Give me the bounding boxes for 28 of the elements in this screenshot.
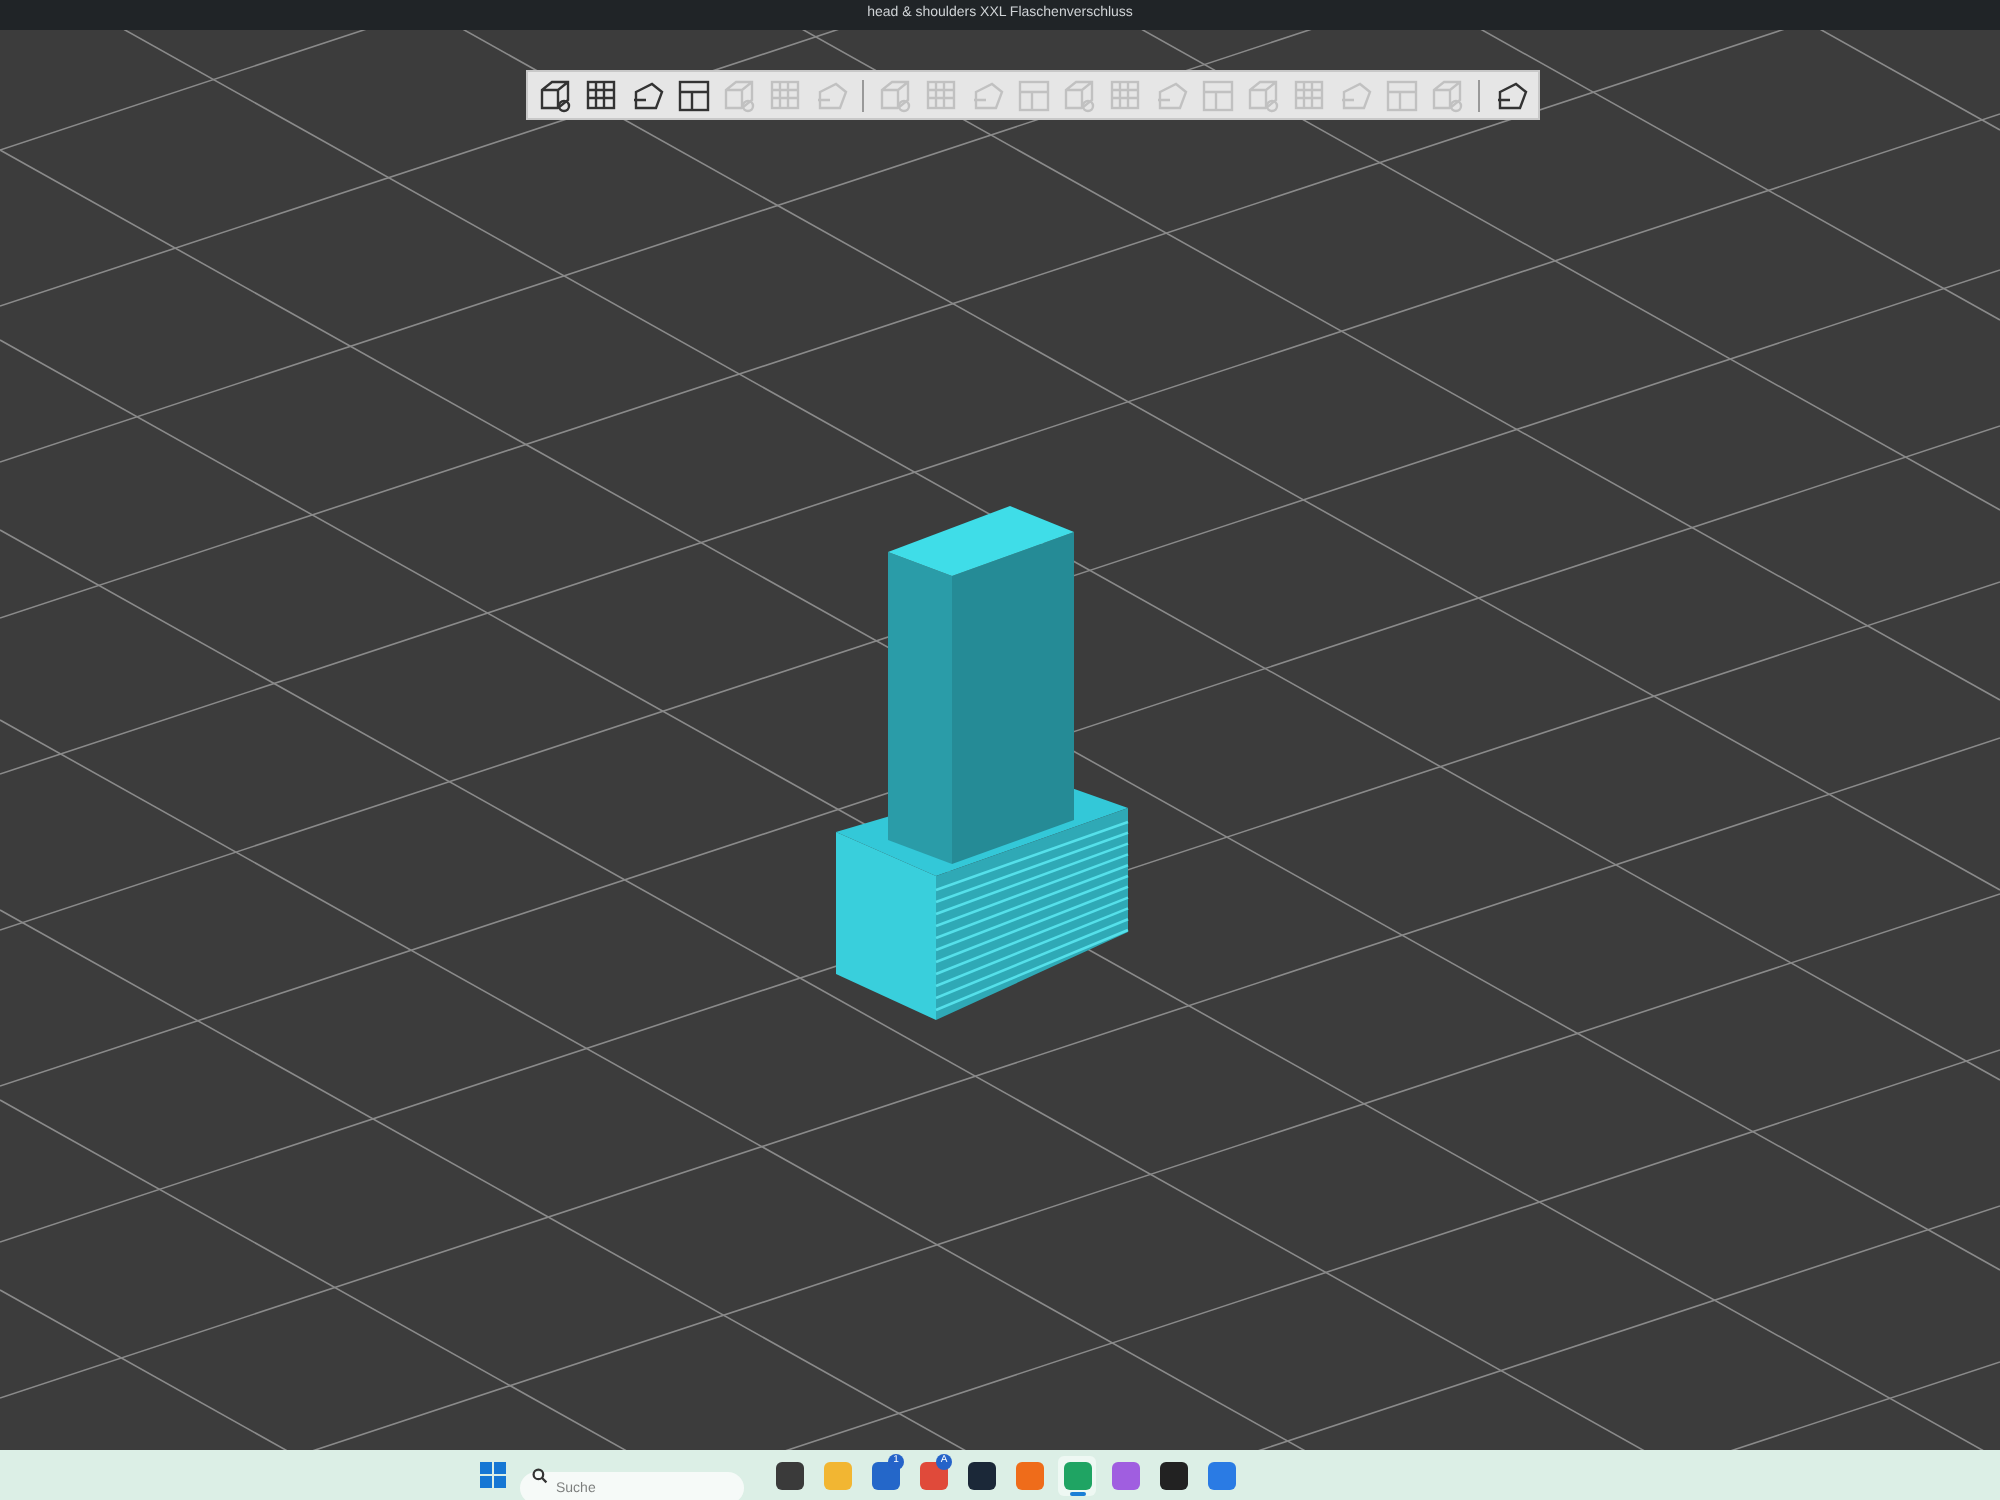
panel-icon — [673, 75, 713, 115]
panel-icon — [1013, 75, 1053, 115]
cube-icon — [1059, 75, 1099, 115]
app-icon — [871, 1461, 899, 1489]
grid-icon — [921, 75, 961, 115]
grid-icon — [1105, 75, 1145, 115]
grid-icon — [765, 75, 805, 115]
app-icon — [967, 1461, 995, 1489]
app-icon — [823, 1461, 851, 1489]
app-icon — [1015, 1461, 1043, 1489]
app-icon — [1207, 1461, 1235, 1489]
windows-logo-icon — [479, 1462, 505, 1488]
cube-icon — [875, 75, 915, 115]
grid-icon — [581, 75, 621, 115]
cube-icon — [1427, 75, 1467, 115]
cube-icon — [535, 75, 575, 115]
cube-icon — [1243, 75, 1283, 115]
panel-icon — [1381, 75, 1421, 115]
start-button[interactable] — [474, 1457, 510, 1493]
grid-icon — [1289, 75, 1329, 115]
search-icon — [532, 1467, 548, 1483]
cube-icon — [719, 75, 759, 115]
app-icon — [1063, 1461, 1091, 1489]
app-icon — [919, 1461, 947, 1489]
app-icon — [775, 1461, 803, 1489]
app-icon — [1111, 1461, 1139, 1489]
panel-icon — [1197, 75, 1237, 115]
app-icon — [1159, 1461, 1187, 1489]
